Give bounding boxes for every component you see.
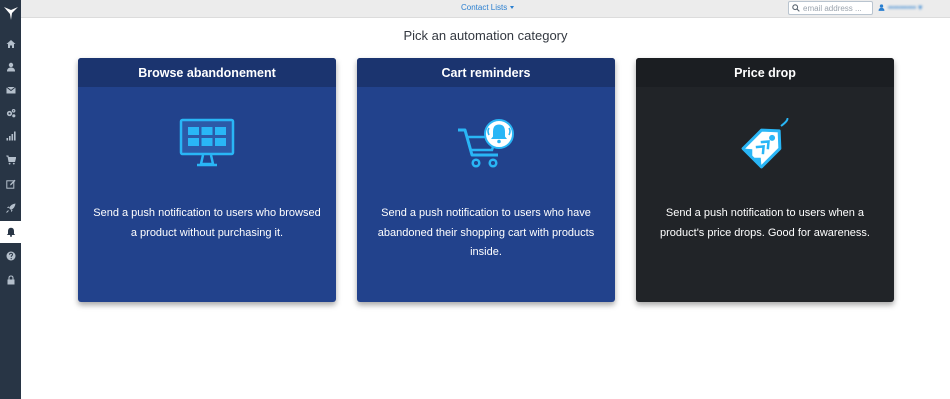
user-icon xyxy=(878,4,885,11)
sidebar-item-launch[interactable] xyxy=(0,197,21,219)
edit-icon xyxy=(5,179,15,189)
user-name: •••••••••• ▾ xyxy=(888,3,923,12)
signal-icon xyxy=(6,131,16,141)
email-search-input[interactable] xyxy=(803,3,871,13)
user-menu[interactable]: •••••••••• ▾ xyxy=(878,3,922,12)
sidebar-item-messages[interactable] xyxy=(0,79,21,101)
email-search-box[interactable] xyxy=(788,1,873,15)
card-title: Browse abandonement xyxy=(138,65,276,80)
card-description: Send a push notification to users who ha… xyxy=(377,207,595,258)
card-icon-wrapper xyxy=(636,118,894,172)
price-tag-icon xyxy=(741,118,789,169)
bird-logo-icon xyxy=(3,7,18,20)
home-icon xyxy=(6,40,15,48)
rocket-icon xyxy=(5,203,15,213)
card-cart-reminders[interactable]: Cart reminders Send a push notification … xyxy=(357,58,615,302)
cart-bell-icon xyxy=(458,119,514,168)
sidebar-item-users[interactable] xyxy=(0,56,21,78)
sidebar xyxy=(0,0,21,399)
card-title: Cart reminders xyxy=(441,65,531,80)
card-header: Price drop xyxy=(636,58,894,87)
card-icon-wrapper xyxy=(78,118,336,168)
caret-down-icon xyxy=(510,6,515,9)
sidebar-item-stats[interactable] xyxy=(0,125,21,147)
sidebar-item-help[interactable] xyxy=(0,245,21,267)
sidebar-item-home[interactable] xyxy=(0,33,21,55)
search-icon xyxy=(792,4,800,12)
card-header: Cart reminders xyxy=(357,58,615,87)
sidebar-item-settings[interactable] xyxy=(0,102,21,124)
bell-icon xyxy=(6,227,15,237)
sidebar-item-edit[interactable] xyxy=(0,173,21,195)
card-description: Send a push notification to users when a… xyxy=(660,207,870,239)
contact-lists-dropdown[interactable]: Contact Lists xyxy=(461,3,515,12)
sidebar-item-shop[interactable] xyxy=(0,149,21,171)
page-title: Pick an automation category xyxy=(403,28,568,43)
card-price-drop[interactable]: Price drop Send a push notification to u… xyxy=(636,58,894,302)
envelope-icon xyxy=(5,86,16,94)
contact-lists-label: Contact Lists xyxy=(461,3,508,12)
card-title: Price drop xyxy=(734,65,796,80)
question-icon xyxy=(6,251,15,261)
user-icon xyxy=(6,62,15,72)
cart-icon xyxy=(5,155,16,165)
gears-icon xyxy=(6,109,15,118)
card-description: Send a push notification to users who br… xyxy=(93,207,321,239)
card-header: Browse abandonement xyxy=(78,58,336,87)
card-browse-abandonement[interactable]: Browse abandonement Send a push notifica… xyxy=(78,58,336,302)
monitor-grid-icon xyxy=(179,118,235,167)
lock-icon xyxy=(7,275,14,285)
app-logo[interactable] xyxy=(0,0,21,26)
sidebar-item-notifications[interactable] xyxy=(0,221,21,243)
top-bar: Contact Lists •••••••••• ▾ xyxy=(21,0,950,18)
sidebar-item-security[interactable] xyxy=(0,269,21,291)
card-icon-wrapper xyxy=(357,118,615,170)
